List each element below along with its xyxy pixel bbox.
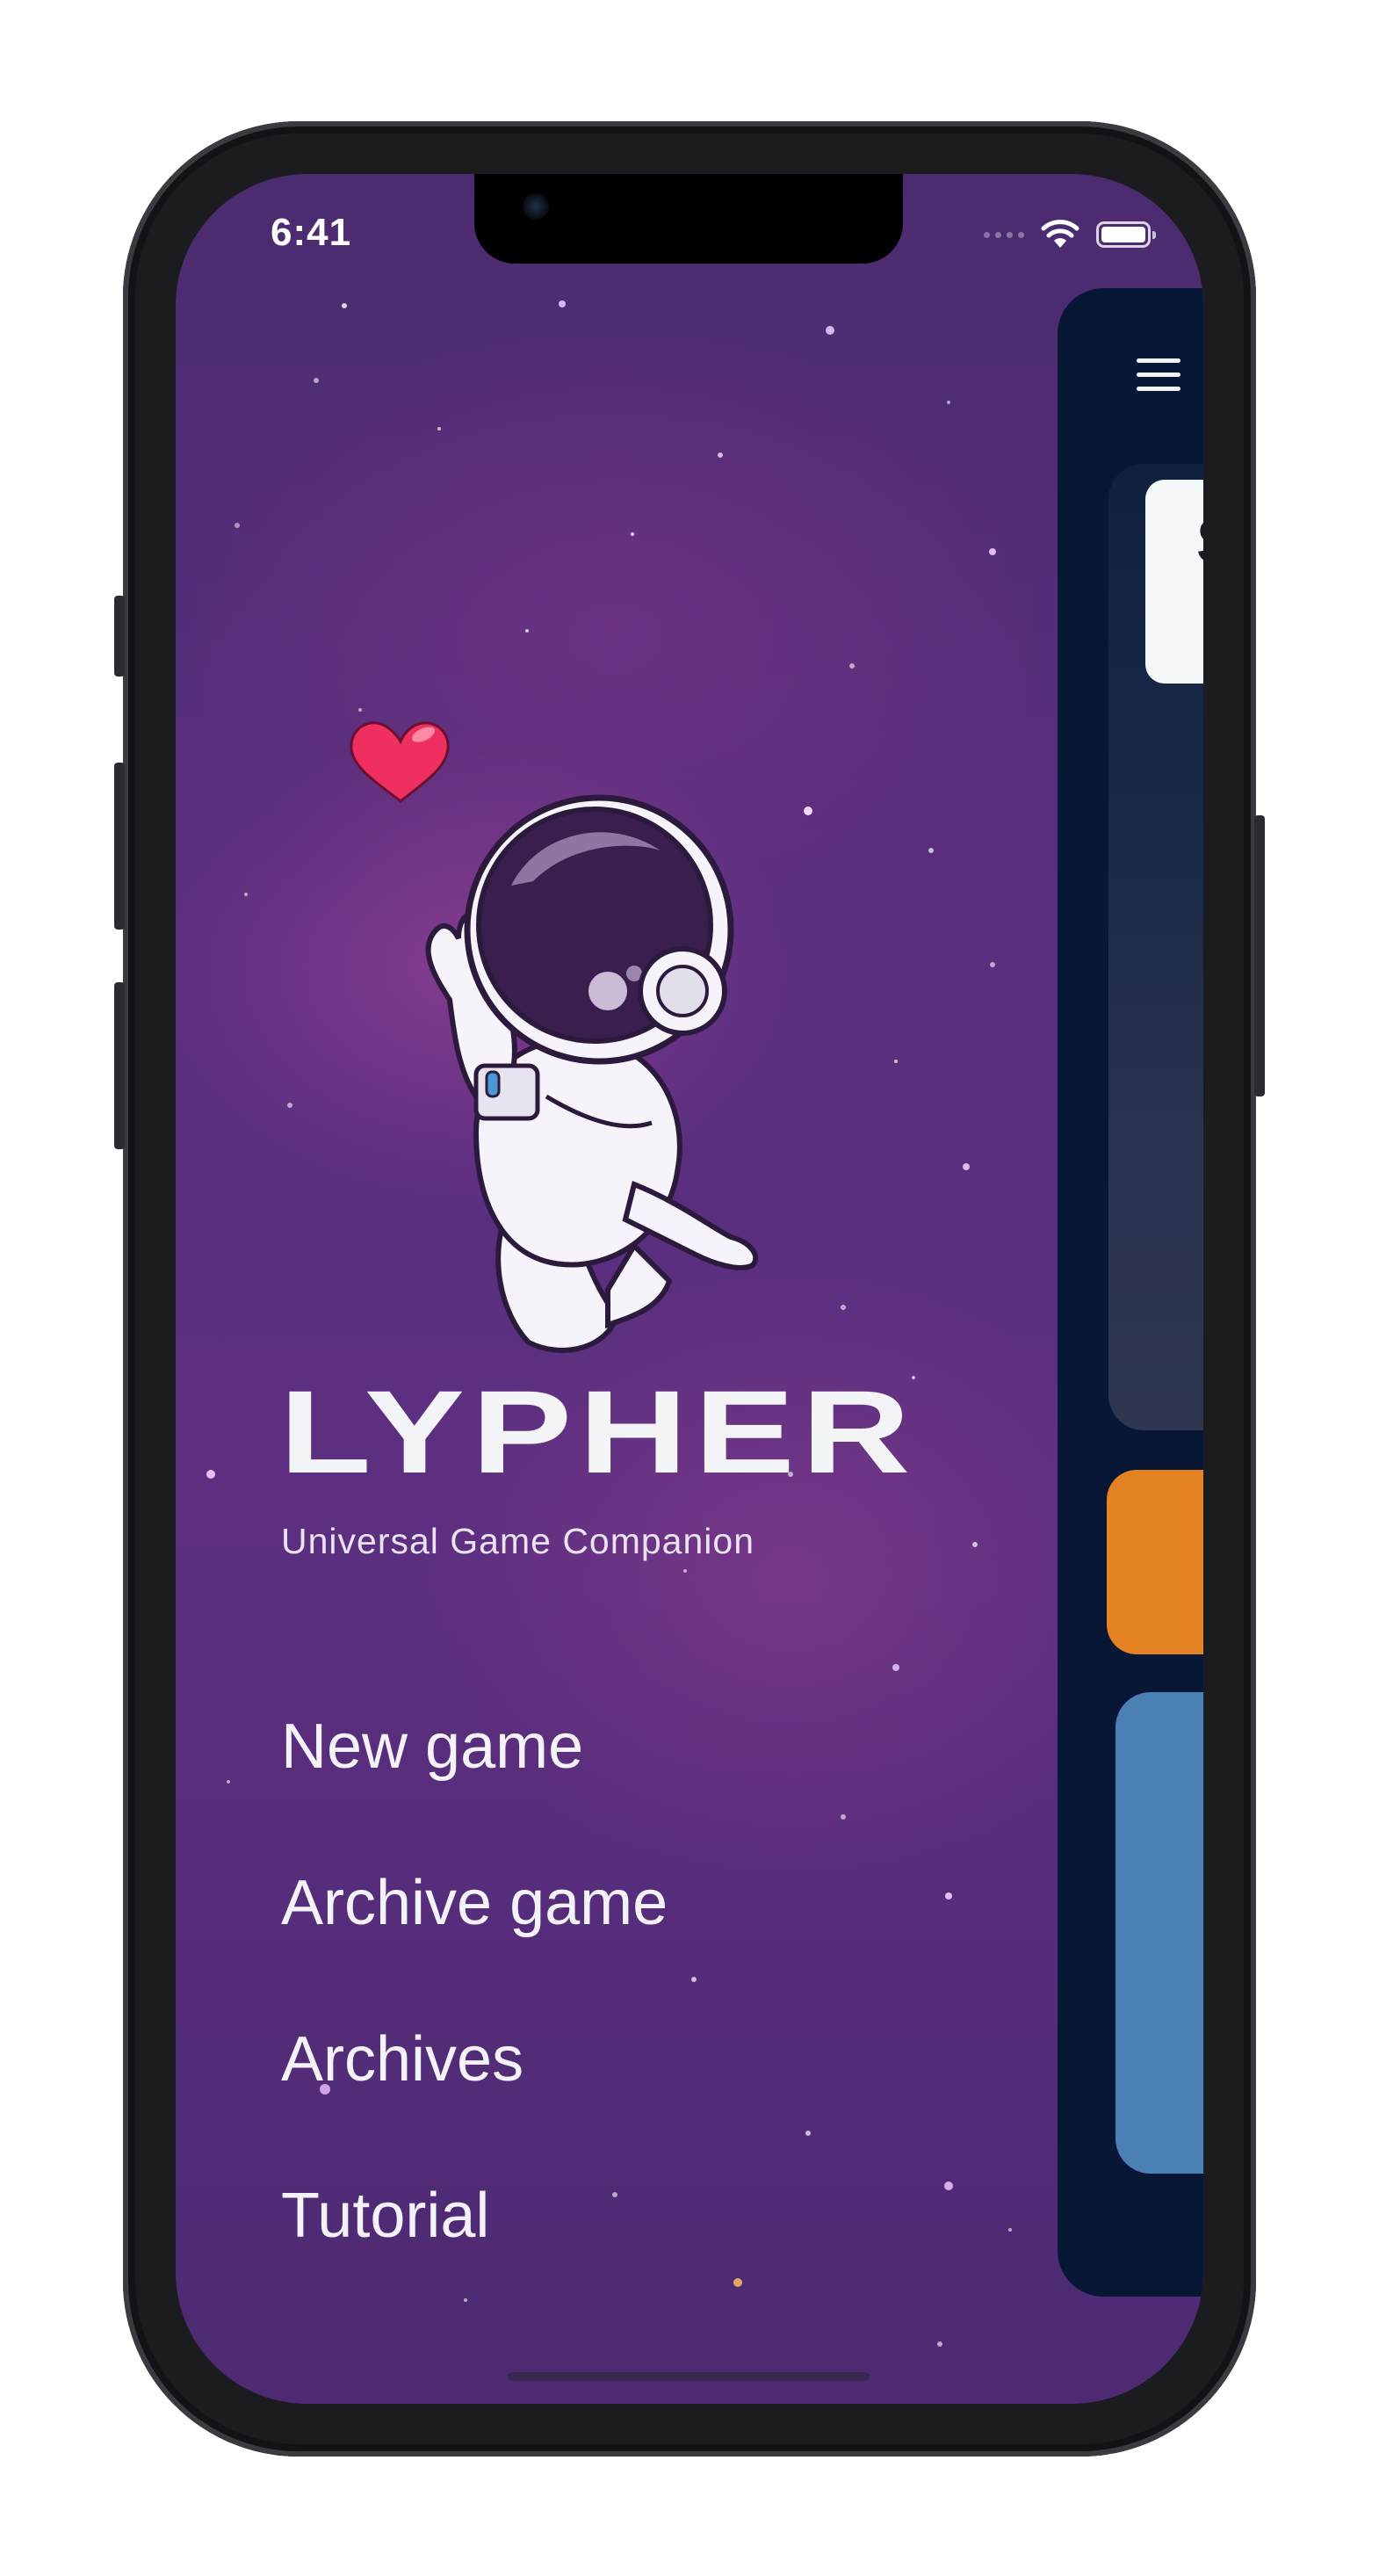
app-title-logo: LYPHER xyxy=(279,1367,918,1498)
status-icons xyxy=(984,220,1156,250)
app-subtitle: Universal Game Companion xyxy=(281,1521,755,1561)
volume-down-button xyxy=(114,982,125,1149)
app-screen: 6:41 LYPHER Universal Game Companion New… xyxy=(176,174,1203,2404)
menu-item-tutorial[interactable]: Tutorial xyxy=(281,2167,668,2324)
menu-item-new-game[interactable]: New game xyxy=(281,1698,668,1855)
heart-icon xyxy=(350,721,450,803)
wifi-icon xyxy=(1041,220,1079,248)
mute-switch xyxy=(114,596,125,677)
battery-level-fill xyxy=(1101,227,1145,242)
volume-up-button xyxy=(114,763,125,930)
astronaut-mascot xyxy=(350,721,759,1353)
main-menu: New game Archive game Archives Tutorial xyxy=(281,1698,668,2324)
preview-card-letter: S xyxy=(1196,506,1203,578)
status-time: 6:41 xyxy=(271,211,352,254)
battery-icon xyxy=(1096,221,1156,248)
preview-card-white: S xyxy=(1145,480,1203,684)
home-indicator xyxy=(508,2372,870,2381)
notch xyxy=(474,174,903,264)
power-button xyxy=(1254,815,1265,1096)
hamburger-icon[interactable] xyxy=(1137,358,1180,394)
preview-card-orange xyxy=(1107,1470,1203,1654)
front-camera xyxy=(523,193,549,220)
signal-dots-icon xyxy=(984,231,1024,238)
preview-card-blue xyxy=(1115,1692,1203,2174)
menu-item-archives[interactable]: Archives xyxy=(281,2011,668,2167)
phone-frame: 6:41 LYPHER Universal Game Companion New… xyxy=(114,121,1265,2457)
main-screen-preview[interactable]: S xyxy=(1058,288,1203,2297)
menu-item-archive-game[interactable]: Archive game xyxy=(281,1855,668,2011)
